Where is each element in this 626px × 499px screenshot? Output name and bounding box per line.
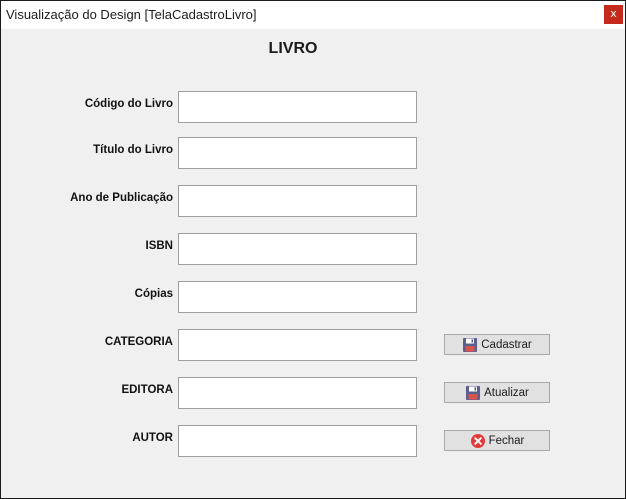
- cadastrar-label: Cadastrar: [481, 338, 532, 351]
- ano-publicacao-input[interactable]: [178, 185, 417, 217]
- fechar-button[interactable]: Fechar: [444, 430, 550, 451]
- window-title: Visualização do Design [TelaCadastroLivr…: [6, 7, 257, 22]
- editora-label: EDITORA: [121, 384, 173, 396]
- categoria-input[interactable]: [178, 329, 417, 361]
- window-close-button[interactable]: x: [604, 5, 623, 24]
- field-row-isbn: ISBN: [1, 233, 625, 265]
- copias-input[interactable]: [178, 281, 417, 313]
- cadastrar-button[interactable]: Cadastrar: [444, 334, 550, 355]
- categoria-label: CATEGORIA: [104, 336, 173, 348]
- design-preview-window: Visualização do Design [TelaCadastroLivr…: [0, 0, 626, 499]
- isbn-label: ISBN: [145, 240, 173, 252]
- titulo-input[interactable]: [178, 137, 417, 169]
- field-row-codigo: Código do Livro: [1, 91, 625, 123]
- isbn-input[interactable]: [178, 233, 417, 265]
- ano-publicacao-label: Ano de Publicação: [70, 192, 173, 204]
- autor-label: AUTOR: [132, 432, 173, 444]
- editora-input[interactable]: [178, 377, 417, 409]
- field-row-ano: Ano de Publicação: [1, 185, 625, 217]
- title-bar: Visualização do Design [TelaCadastroLivr…: [1, 1, 625, 29]
- autor-input[interactable]: [178, 425, 417, 457]
- close-icon: x: [610, 7, 617, 20]
- floppy-disk-icon: [462, 337, 478, 353]
- codigo-input[interactable]: [178, 91, 417, 123]
- form-heading: LIVRO: [268, 40, 318, 57]
- atualizar-button[interactable]: Atualizar: [444, 382, 550, 403]
- field-row-titulo: Título do Livro: [1, 137, 625, 169]
- fechar-label: Fechar: [488, 434, 525, 447]
- floppy-disk-icon: [465, 385, 481, 401]
- copias-label: Cópias: [134, 288, 173, 300]
- atualizar-label: Atualizar: [484, 386, 529, 399]
- field-row-copias: Cópias: [1, 281, 625, 313]
- codigo-label: Código do Livro: [84, 98, 173, 110]
- titulo-label: Título do Livro: [93, 144, 173, 156]
- close-circle-icon: [470, 433, 486, 449]
- form-panel: LIVRO Código do Livro Título do Livro An…: [1, 29, 625, 498]
